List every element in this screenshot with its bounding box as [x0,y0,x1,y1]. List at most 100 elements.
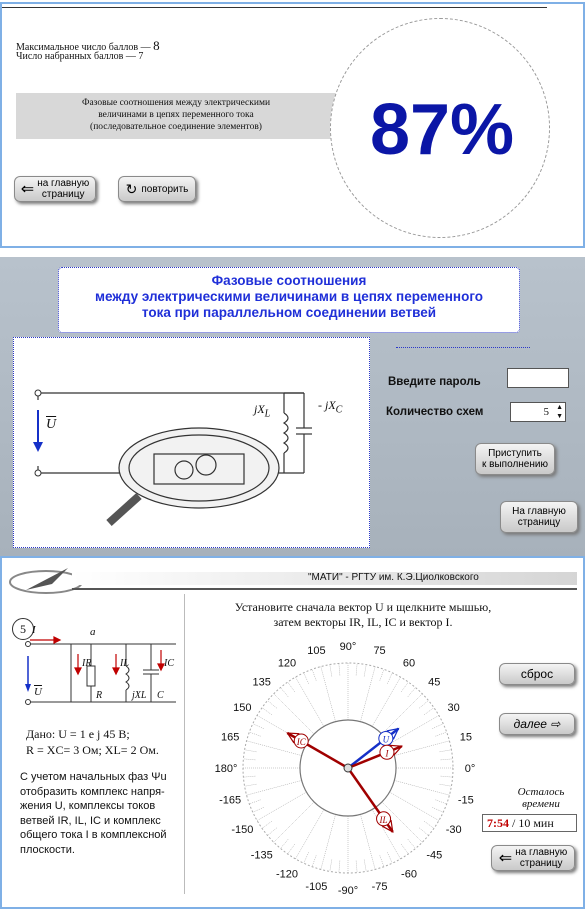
vector-u-label: U [383,734,390,744]
circuit-jxl-label: jXL [254,402,271,420]
dial-tick [401,844,409,855]
circuit-ir-label: IR [82,658,92,669]
circuit-diagram [33,389,312,526]
circuit-il-label: IL [120,658,129,669]
task-description: С учетом начальных фаз Ψu отобразить ком… [20,770,167,857]
header-line [72,588,577,590]
dial-tick [303,672,309,684]
angle-label: 120 [278,657,296,669]
angle-label: 0° [465,763,476,775]
dial-tick [252,723,264,729]
angle-label: -60 [401,869,417,881]
dial-tick [355,663,358,676]
repeat-button[interactable]: ↻ повторить [118,176,196,202]
angle-label: -135 [251,849,273,861]
instruction-line-2: затем векторы IR, IL, IC и вектор I. [273,615,453,629]
magnifier-icon [106,427,280,526]
count-stepper[interactable]: 5 ▲ ▼ [510,402,566,422]
password-label: Введите пароль [388,376,481,388]
circuit-i-label: I [32,624,36,636]
vector-ic-label: IC [296,737,307,747]
phasor-diagram[interactable]: 0° 15 30 45 60 75 90° 105 120 135 150 165 180° -165 -1… [208,636,488,906]
dial-tick [287,844,295,855]
angle-label: 180° [215,763,238,775]
angle-label: 165 [221,731,239,743]
dial-tick [419,700,429,709]
angle-label: -105 [305,881,327,893]
dial-tick [249,799,261,805]
origin-point [343,763,353,773]
dial-tick [311,855,317,867]
dial-tick [424,821,435,829]
angle-label: 135 [253,677,271,689]
topic-box: Фазовые соотношения между электрическими… [16,93,336,139]
dial-tick [360,666,376,722]
remaining-line-2: времени [522,798,560,810]
desc-line-2: отобразить комплекс напря- [20,785,165,798]
timer-total: / 10 мин [509,816,554,830]
angle-label: 75 [373,645,385,657]
parallel-panel: Фазовые соотношения между электрическими… [0,257,585,556]
circuit-jxl-label: jXL [132,690,147,701]
angle-label: -30 [446,824,462,836]
dial-tick [360,814,376,870]
dial-tick [256,791,307,821]
stepper-up-icon[interactable]: ▲ [556,403,563,411]
dial-tick [244,783,257,787]
topic-line-3: (последовательное соединение элементов) [90,122,262,132]
remaining-label: Осталось времени [507,786,575,810]
angle-label: 105 [307,645,325,657]
angle-label: -165 [219,795,241,807]
max-score-value: 8 [153,38,160,53]
start-button[interactable]: Приступить к выполнению [475,443,555,475]
dial-tick [244,749,257,753]
circuit-r-label: R [96,690,103,701]
stepper-down-icon[interactable]: ▼ [556,412,563,420]
dial-tick [295,809,325,860]
home-button-label: на главную страницу [37,178,90,200]
dial-tick [329,664,333,677]
home-button[interactable]: ⇐ на главную страницу [14,176,96,202]
dial-tick [379,669,385,681]
title-line-3: тока при параллельном соединении ветвей [141,305,437,320]
count-label: Количество схем [386,406,484,418]
dial-tick [379,855,385,867]
reset-button[interactable]: сброс [499,663,575,685]
dial-tick [261,707,272,715]
angle-label: 30 [448,702,460,714]
angle-label: 60 [403,657,415,669]
header-title: "МАТИ" - РГТУ им. К.Э.Циолковского [308,572,479,583]
count-value: 5 [543,406,550,418]
circuit-u-label: U [46,417,57,432]
home-button-label: На главную страницу [512,506,566,528]
given-line-1: Дано: U = 1 e j 45 B; [26,727,130,741]
dial-tick [381,693,423,735]
arrow-left-icon: ⇐ [498,849,513,867]
divider [184,594,185,894]
dial-tick [320,814,336,870]
dial-tick [419,827,429,836]
result-panel: Максимальное число баллов — 8 Число набр… [0,2,585,248]
desc-line-6: плоскости. [20,843,75,856]
password-input[interactable] [507,368,569,388]
angle-label: -45 [426,849,442,861]
dial-tick [407,839,416,849]
dial-tick [267,827,277,836]
repeat-icon: ↻ [125,180,138,197]
dial-tick [329,859,333,872]
next-button[interactable]: далее ⇨ [499,713,575,735]
dial-tick [424,707,435,715]
vector-il-label: IL [379,815,388,825]
title-line-1: Фазовые соотношения [211,273,367,288]
start-button-label: Приступить к выполнению [482,448,548,470]
repeat-button-label: повторить [141,183,189,195]
title-line-2: между электрическими величинами в цепях … [94,289,484,304]
dial-tick [401,681,409,692]
home-button[interactable]: ⇐ на главную страницу [491,845,575,871]
dial-tick [243,758,256,761]
angle-label: 45 [428,677,440,689]
dial-tick [273,801,315,843]
angle-label: -15 [458,795,474,807]
home-button[interactable]: На главную страницу [500,501,578,533]
dial-tick [273,693,315,735]
